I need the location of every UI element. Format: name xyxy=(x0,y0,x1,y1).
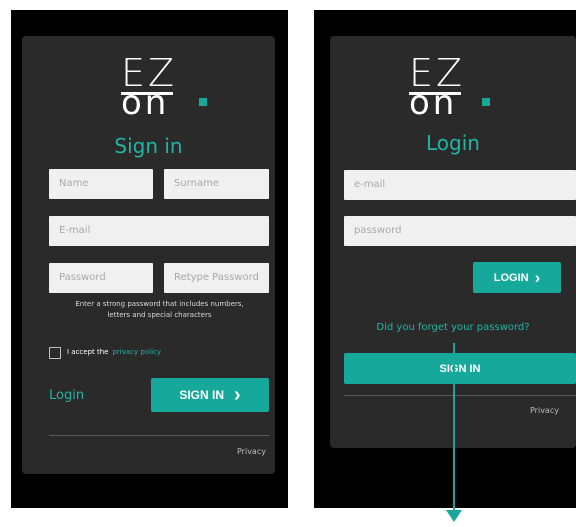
sign-in-button[interactable]: SIGN IN › xyxy=(151,378,269,412)
password-hint-line-1: Enter a strong password that includes nu… xyxy=(75,300,244,308)
chevron-right-icon: › xyxy=(234,383,241,406)
forgot-password-link[interactable]: Did you forget your password? xyxy=(330,322,576,333)
sign-in-button[interactable]: SIGN IN xyxy=(344,353,576,384)
page-title: Sign in xyxy=(114,134,183,158)
sign-in-button-label: SIGN IN xyxy=(179,388,224,402)
privacy-policy-link[interactable]: privacy policy xyxy=(112,348,161,356)
password-field[interactable]: password xyxy=(344,216,576,246)
login-button-label: LOGIN xyxy=(493,271,529,284)
retype-password-field[interactable]: Retype Password xyxy=(164,263,269,293)
name-field[interactable]: Name xyxy=(49,169,153,199)
surname-field[interactable]: Surname xyxy=(164,169,269,199)
divider xyxy=(49,435,269,436)
logo-underline xyxy=(121,92,173,95)
accept-text: I accept the xyxy=(67,348,109,356)
chevron-right-icon: › xyxy=(534,267,541,287)
sign-in-button-label: SIGN IN xyxy=(439,362,481,375)
accept-policy-checkbox[interactable] xyxy=(49,347,61,359)
logo-dot xyxy=(482,98,490,106)
divider xyxy=(344,395,576,396)
accept-policy-label: I accept the privacy policy xyxy=(67,348,161,356)
sign-in-screen: EZ on Sign in Name Surname E-mail Passwo… xyxy=(11,10,288,508)
ezon-logo: EZ on xyxy=(409,54,490,120)
logo-dot xyxy=(199,98,207,106)
login-link[interactable]: Login xyxy=(49,388,84,403)
password-hint-line-2: letters and special characters xyxy=(107,311,212,319)
sign-in-panel: EZ on Sign in Name Surname E-mail Passwo… xyxy=(22,36,275,474)
login-screen: EZ on Login e-mail password LOGIN › Did … xyxy=(314,10,576,508)
password-field[interactable]: Password xyxy=(49,263,153,293)
arrow-down-icon xyxy=(446,510,462,522)
privacy-link[interactable]: Privacy xyxy=(237,447,266,456)
email-field[interactable]: E-mail xyxy=(49,216,269,246)
privacy-link[interactable]: Privacy xyxy=(530,406,559,415)
login-button[interactable]: LOGIN › xyxy=(473,262,561,293)
ezon-logo: EZ on xyxy=(121,54,207,120)
email-field[interactable]: e-mail xyxy=(344,170,576,200)
flow-arrow-line xyxy=(453,343,455,513)
logo-underline xyxy=(409,92,461,95)
password-hint: Enter a strong password that includes nu… xyxy=(42,299,277,321)
page-title: Login xyxy=(426,131,480,155)
